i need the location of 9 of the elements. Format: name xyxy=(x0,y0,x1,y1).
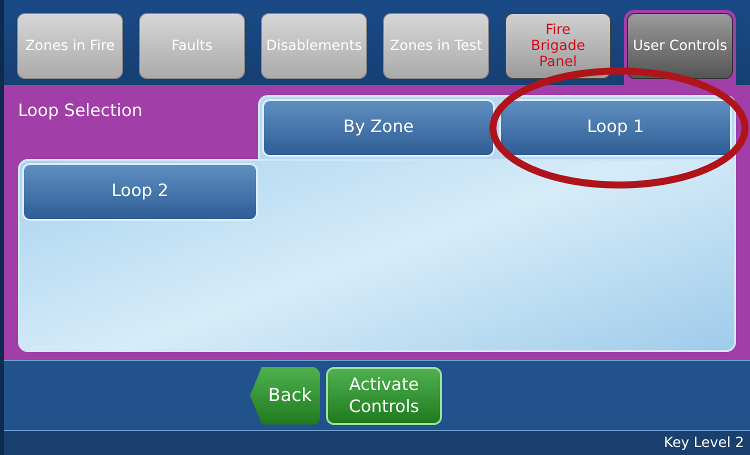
loop-option-button[interactable]: By Zone xyxy=(262,99,495,157)
loop-option-button[interactable]: Loop 1 xyxy=(499,99,732,157)
loop-option-button[interactable]: Loop 2 xyxy=(22,163,258,221)
nav-tab[interactable]: Fire Brigade Panel xyxy=(505,13,611,79)
nav-tab[interactable]: User Controls xyxy=(627,13,733,79)
activate-controls-button[interactable]: Activate Controls xyxy=(326,366,442,424)
back-button[interactable]: Back xyxy=(250,366,320,424)
security-level-text: Key Level 2 xyxy=(664,434,744,452)
panel-title: Loop Selection xyxy=(18,101,143,121)
